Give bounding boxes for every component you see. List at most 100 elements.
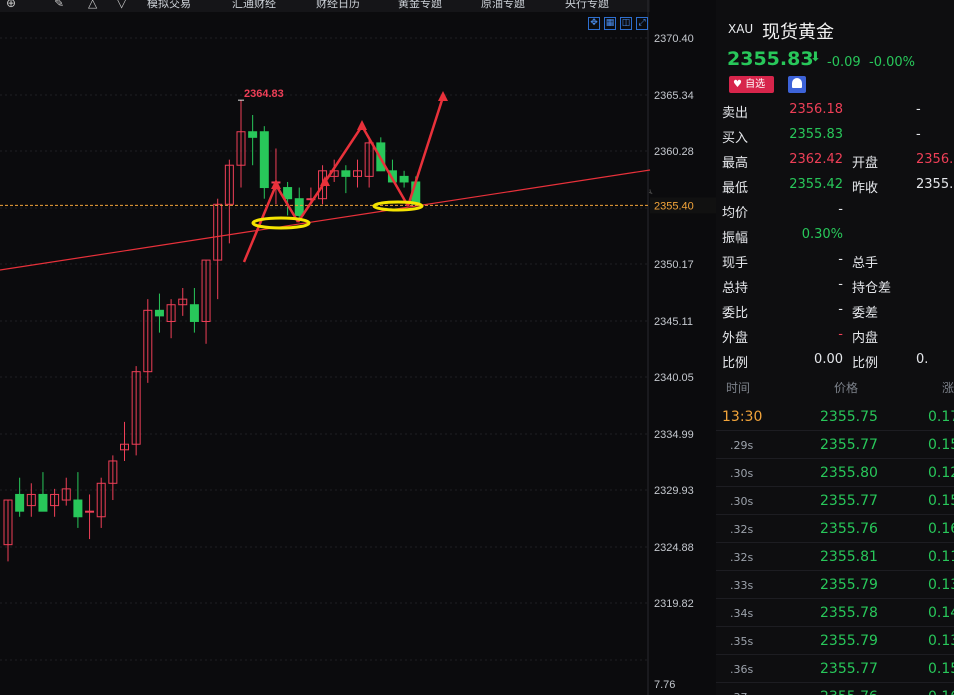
quote-label-2: 总手 bbox=[852, 256, 879, 271]
tick-row[interactable]: .34s 2355.78 0.14 bbox=[716, 599, 954, 627]
tick-row[interactable]: .35s 2355.79 0.13 bbox=[716, 627, 954, 655]
tick-row[interactable]: .30s 2355.77 0.15 bbox=[716, 487, 954, 515]
quote-row: 外盘 - 内盘 bbox=[716, 322, 954, 347]
tick-price: 2355.78 bbox=[820, 605, 878, 621]
price-axis-label: 7.76 bbox=[654, 679, 675, 691]
price-alert-button[interactable] bbox=[788, 76, 806, 93]
tick-time: .35s bbox=[730, 635, 754, 648]
add-favorite-button[interactable]: ♥ 自选 bbox=[729, 76, 774, 93]
price-change-percent: -0.00% bbox=[869, 55, 915, 70]
candle-body bbox=[15, 493, 25, 512]
quote-label-2: 开盘 bbox=[852, 156, 879, 171]
ticks-header-price: 价格 bbox=[834, 381, 859, 395]
tick-row[interactable]: .32s 2355.76 0.16 bbox=[716, 515, 954, 543]
annotation-arrow bbox=[242, 184, 278, 263]
chart-grid bbox=[0, 0, 649, 695]
candle-body bbox=[399, 175, 409, 183]
quote-label: 卖出 bbox=[722, 106, 749, 121]
down-arrow-icon: ⬇ bbox=[810, 50, 821, 65]
candle-body bbox=[189, 304, 199, 322]
tick-price: 2355.75 bbox=[820, 409, 878, 425]
tick-change: 0.13 bbox=[928, 577, 954, 593]
grid-icon[interactable]: ▦ bbox=[604, 17, 616, 30]
ticks-header-change: 涨 bbox=[942, 381, 954, 395]
candle-series bbox=[3, 100, 421, 562]
arrow-head bbox=[271, 179, 281, 189]
tick-time: 13:30 bbox=[722, 409, 763, 425]
quote-row: 振幅 0.30% bbox=[716, 222, 954, 247]
candle-body bbox=[341, 170, 351, 177]
quote-value: 2355.83 bbox=[789, 127, 843, 142]
candlestick-chart[interactable]: 2364.83 2370.40 2365.34 2360.28 2350.17 2345… bbox=[0, 0, 716, 695]
quote-label: 振幅 bbox=[722, 231, 749, 246]
annotation-arrow bbox=[406, 96, 445, 207]
tick-price: 2355.77 bbox=[820, 661, 878, 677]
quote-label: 比例 bbox=[722, 356, 749, 371]
tick-price: 2355.76 bbox=[820, 689, 878, 695]
tick-row[interactable]: .29s 2355.77 0.15 bbox=[716, 431, 954, 459]
tick-time: .36s bbox=[730, 663, 754, 676]
quote-value-2: 2355. bbox=[916, 177, 954, 192]
quote-value-2: 0. bbox=[916, 352, 929, 367]
candle-body bbox=[294, 198, 304, 216]
tick-change: 0.15 bbox=[928, 437, 954, 453]
price-axis-label: 2340.05 bbox=[654, 372, 694, 384]
candle-body bbox=[283, 187, 293, 200]
tick-row[interactable]: .32s 2355.81 0.11 bbox=[716, 543, 954, 571]
quote-label: 均价 bbox=[722, 206, 749, 221]
quote-row: 现手 - 总手 bbox=[716, 247, 954, 272]
candle-body bbox=[38, 493, 48, 512]
quote-label: 买入 bbox=[722, 131, 749, 146]
quote-value: - bbox=[838, 277, 843, 292]
tick-row[interactable]: .37s 2355.76 0.16 bbox=[716, 683, 954, 695]
price-axis: 2370.40 2365.34 2360.28 2350.17 2345.11 2340.… bbox=[648, 33, 716, 691]
price-axis-label: 2350.17 bbox=[654, 259, 694, 271]
tick-time: .32s bbox=[730, 523, 754, 536]
quote-row: 比例 0.00 比例 0. bbox=[716, 347, 954, 372]
price-axis-label: 2345.11 bbox=[654, 316, 693, 328]
tick-time: .33s bbox=[730, 579, 754, 592]
tick-change: 0.12 bbox=[928, 465, 954, 481]
quote-row: 委比 - 委差 bbox=[716, 297, 954, 322]
candle-body bbox=[73, 499, 83, 518]
quote-label: 总持 bbox=[722, 281, 749, 296]
quote-label-2: 比例 bbox=[852, 356, 879, 371]
ticks-header-time: 时间 bbox=[726, 381, 751, 395]
quote-label-2: 昨收 bbox=[852, 181, 879, 196]
crosshair-icon[interactable]: ✥ bbox=[588, 17, 600, 30]
price-axis-label: 2319.82 bbox=[654, 598, 694, 610]
symbol-code: XAU bbox=[728, 22, 754, 36]
quote-row: 总持 - 持仓差 bbox=[716, 272, 954, 297]
price-axis-label: 2365.34 bbox=[654, 90, 694, 102]
tick-price: 2355.80 bbox=[820, 465, 878, 481]
quote-row: 最低 2355.42 昨收 2355. bbox=[716, 172, 954, 197]
quote-row: 卖出 2356.18 - bbox=[716, 97, 954, 122]
quote-label: 现手 bbox=[722, 256, 749, 271]
quote-value: 0.30% bbox=[801, 227, 843, 242]
arrow-head bbox=[357, 120, 367, 130]
quote-label-2: 内盘 bbox=[852, 331, 879, 346]
tick-time: .37s bbox=[730, 691, 753, 695]
quote-row: 均价 - bbox=[716, 197, 954, 222]
candle-body bbox=[85, 510, 95, 513]
price-axis-label: 2360.28 bbox=[654, 146, 694, 158]
candle-body bbox=[248, 131, 258, 138]
expand-icon[interactable]: ⤢ bbox=[636, 17, 648, 30]
quote-value: 2355.42 bbox=[789, 177, 843, 192]
tick-price: 2355.79 bbox=[820, 577, 878, 593]
tick-price: 2355.79 bbox=[820, 633, 878, 649]
bell-icon bbox=[792, 78, 802, 88]
tick-row[interactable]: .33s 2355.79 0.13 bbox=[716, 571, 954, 599]
price-change: -0.09 bbox=[827, 55, 861, 70]
tick-row[interactable]: .36s 2355.77 0.15 bbox=[716, 655, 954, 683]
quote-value-2: - bbox=[916, 127, 921, 142]
tick-change: 0.17 bbox=[928, 409, 954, 425]
bar-type-icon[interactable]: ◫ bbox=[620, 17, 632, 30]
price-axis-label: 2334.99 bbox=[654, 429, 694, 441]
quote-label: 最低 bbox=[722, 181, 749, 196]
tick-row[interactable]: 13:30 2355.75 0.17 bbox=[716, 403, 954, 431]
tick-row[interactable]: .30s 2355.80 0.12 bbox=[716, 459, 954, 487]
candle-body bbox=[259, 131, 269, 189]
price-axis-label: 2324.88 bbox=[654, 542, 694, 554]
quote-value-2: 2356. bbox=[916, 152, 954, 167]
